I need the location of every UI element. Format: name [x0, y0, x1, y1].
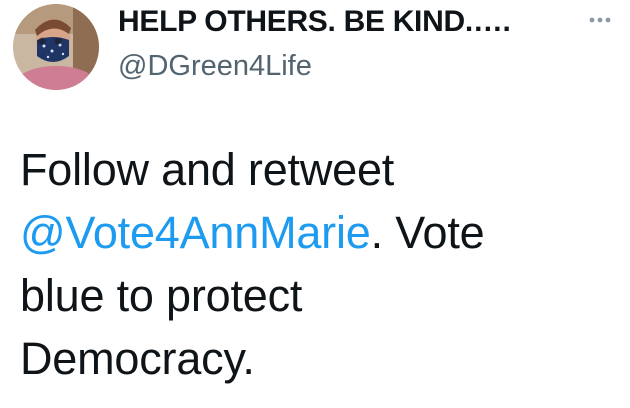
user-handle[interactable]: @DGreen4Life — [118, 49, 312, 83]
display-name[interactable]: HELP OTHERS. BE KIND.…. — [118, 4, 511, 40]
more-horizontal-icon[interactable] — [580, 10, 620, 30]
tweet-text: Follow and retweet @Vote4AnnMarie. Vote … — [20, 138, 620, 390]
mention-link[interactable]: @Vote4AnnMarie — [20, 207, 371, 258]
profile-photo-icon — [13, 4, 99, 90]
tweet-text-line: blue to protect — [20, 270, 303, 321]
tweet: HELP OTHERS. BE KIND.…. @DGreen4Life Fol… — [0, 0, 630, 408]
tweet-text-line: Follow and retweet — [20, 144, 395, 195]
avatar[interactable] — [13, 4, 99, 90]
tweet-text-line: @Vote4AnnMarie. Vote — [20, 201, 620, 264]
tweet-text-line: Democracy. — [20, 333, 255, 384]
tweet-text-fragment: . Vote — [370, 207, 485, 258]
